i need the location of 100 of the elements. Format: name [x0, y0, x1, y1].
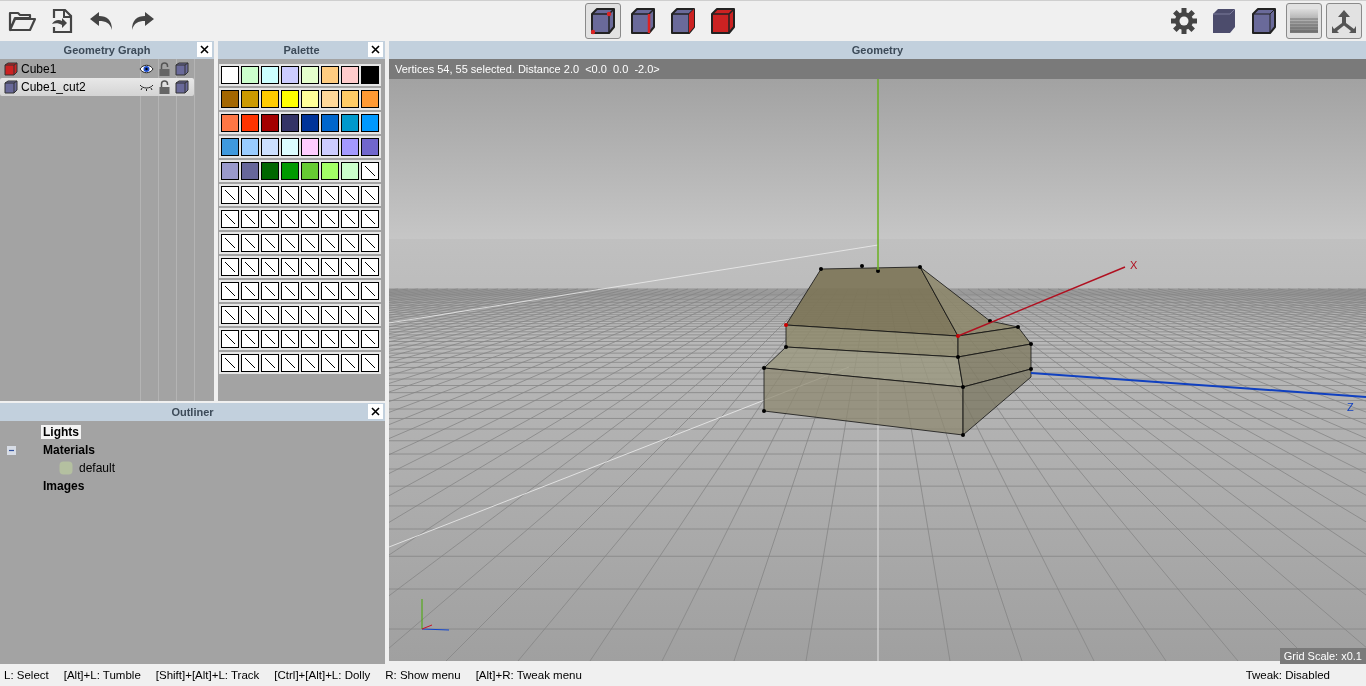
empty-swatch[interactable] — [321, 234, 339, 252]
color-swatch[interactable] — [281, 90, 299, 108]
empty-swatch[interactable] — [261, 210, 279, 228]
empty-swatch[interactable] — [281, 234, 299, 252]
color-swatch[interactable] — [361, 90, 379, 108]
color-swatch[interactable] — [341, 90, 359, 108]
empty-swatch[interactable] — [361, 330, 379, 348]
empty-swatch[interactable] — [361, 234, 379, 252]
empty-swatch[interactable] — [241, 210, 259, 228]
empty-swatch[interactable] — [221, 258, 239, 276]
empty-swatch[interactable] — [241, 330, 259, 348]
color-swatch[interactable] — [301, 90, 319, 108]
color-swatch[interactable] — [281, 66, 299, 84]
empty-swatch[interactable] — [301, 282, 319, 300]
empty-swatch[interactable] — [281, 258, 299, 276]
empty-swatch[interactable] — [321, 330, 339, 348]
color-swatch[interactable] — [221, 90, 239, 108]
view-toggle-button[interactable] — [1286, 3, 1322, 39]
empty-swatch[interactable] — [321, 186, 339, 204]
empty-swatch[interactable] — [261, 258, 279, 276]
color-swatch[interactable] — [281, 138, 299, 156]
empty-swatch[interactable] — [221, 186, 239, 204]
color-swatch[interactable] — [221, 138, 239, 156]
empty-swatch[interactable] — [341, 282, 359, 300]
empty-swatch[interactable] — [361, 282, 379, 300]
color-swatch[interactable] — [281, 162, 299, 180]
color-swatch[interactable] — [241, 162, 259, 180]
empty-swatch[interactable] — [301, 258, 319, 276]
color-swatch[interactable] — [261, 66, 279, 84]
empty-swatch[interactable] — [321, 282, 339, 300]
color-swatch[interactable] — [261, 162, 279, 180]
color-swatch[interactable] — [321, 114, 339, 132]
empty-swatch[interactable] — [301, 210, 319, 228]
empty-swatch[interactable] — [261, 354, 279, 372]
empty-swatch[interactable] — [221, 306, 239, 324]
empty-swatch[interactable] — [321, 354, 339, 372]
empty-swatch[interactable] — [221, 330, 239, 348]
empty-swatch[interactable] — [341, 330, 359, 348]
empty-swatch[interactable] — [241, 306, 259, 324]
empty-swatch[interactable] — [261, 330, 279, 348]
empty-swatch[interactable] — [241, 258, 259, 276]
empty-swatch[interactable] — [281, 186, 299, 204]
color-swatch[interactable] — [221, 114, 239, 132]
outliner-item[interactable]: Materials — [41, 443, 98, 457]
color-swatch[interactable] — [321, 162, 339, 180]
empty-swatch[interactable] — [341, 210, 359, 228]
color-swatch[interactable] — [301, 66, 319, 84]
empty-swatch[interactable] — [341, 354, 359, 372]
empty-swatch[interactable] — [241, 186, 259, 204]
empty-swatch[interactable] — [281, 354, 299, 372]
empty-swatch[interactable] — [261, 282, 279, 300]
padlock-icon[interactable] — [158, 80, 170, 94]
empty-swatch[interactable] — [281, 210, 299, 228]
color-swatch[interactable] — [241, 138, 259, 156]
color-swatch[interactable] — [261, 138, 279, 156]
empty-swatch[interactable] — [281, 330, 299, 348]
close-button[interactable] — [368, 42, 383, 57]
color-swatch[interactable] — [321, 138, 339, 156]
empty-swatch[interactable] — [361, 306, 379, 324]
outliner-item[interactable]: Images — [41, 479, 87, 493]
color-swatch[interactable] — [321, 90, 339, 108]
empty-swatch[interactable] — [221, 210, 239, 228]
color-swatch[interactable] — [341, 162, 359, 180]
empty-swatch[interactable] — [361, 162, 379, 180]
color-swatch[interactable] — [221, 162, 239, 180]
empty-swatch[interactable] — [321, 258, 339, 276]
empty-swatch[interactable] — [361, 186, 379, 204]
closed-eye-icon[interactable] — [138, 83, 154, 91]
color-swatch[interactable] — [261, 90, 279, 108]
empty-swatch[interactable] — [301, 186, 319, 204]
empty-swatch[interactable] — [221, 234, 239, 252]
collapse-toggle[interactable] — [7, 446, 16, 455]
empty-swatch[interactable] — [301, 234, 319, 252]
empty-swatch[interactable] — [221, 282, 239, 300]
color-swatch[interactable] — [281, 114, 299, 132]
color-swatch[interactable] — [361, 138, 379, 156]
color-swatch[interactable] — [341, 66, 359, 84]
empty-swatch[interactable] — [241, 234, 259, 252]
empty-swatch[interactable] — [341, 306, 359, 324]
close-button[interactable] — [197, 42, 212, 57]
empty-swatch[interactable] — [361, 258, 379, 276]
empty-swatch[interactable] — [281, 282, 299, 300]
empty-swatch[interactable] — [301, 354, 319, 372]
empty-swatch[interactable] — [261, 306, 279, 324]
color-swatch[interactable] — [241, 90, 259, 108]
color-swatch[interactable] — [341, 138, 359, 156]
empty-swatch[interactable] — [341, 234, 359, 252]
close-button[interactable] — [368, 404, 383, 419]
color-swatch[interactable] — [361, 114, 379, 132]
view-toggle-button[interactable] — [1326, 3, 1362, 39]
empty-swatch[interactable] — [261, 234, 279, 252]
color-swatch[interactable] — [261, 114, 279, 132]
empty-swatch[interactable] — [241, 354, 259, 372]
empty-swatch[interactable] — [341, 258, 359, 276]
color-swatch[interactable] — [301, 162, 319, 180]
object-row[interactable]: Cube1 — [0, 60, 194, 78]
empty-swatch[interactable] — [361, 210, 379, 228]
empty-swatch[interactable] — [321, 306, 339, 324]
color-swatch[interactable] — [241, 114, 259, 132]
empty-swatch[interactable] — [261, 186, 279, 204]
